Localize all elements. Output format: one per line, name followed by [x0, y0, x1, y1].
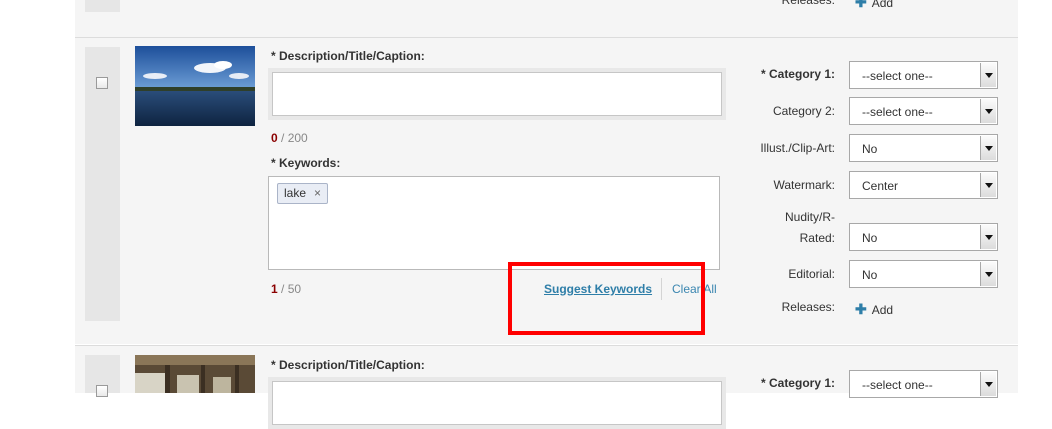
- category2-select[interactable]: --select one--: [849, 97, 998, 125]
- releases-label: Releases:: [781, 0, 835, 7]
- row-gutter: [85, 0, 120, 12]
- select-checkbox[interactable]: [96, 385, 108, 397]
- image-thumbnail-lake[interactable]: [135, 46, 255, 126]
- plus-icon: ✚: [855, 301, 867, 317]
- description-label: * Description/Title/Caption:: [271, 358, 425, 372]
- remove-tag-icon[interactable]: ×: [314, 184, 321, 203]
- releases-label: Releases:: [781, 300, 835, 314]
- category1-label: * Category 1:: [760, 67, 835, 81]
- image-thumbnail-porch[interactable]: [135, 355, 255, 393]
- editorial-select[interactable]: No: [849, 260, 998, 288]
- description-label: * Description/Title/Caption:: [271, 49, 425, 63]
- nudity-label-line1: Nudity/R-: [784, 210, 835, 224]
- editorial-label: Editorial:: [788, 267, 835, 281]
- plus-icon: ✚: [855, 0, 867, 10]
- category1-select[interactable]: --select one--: [849, 61, 998, 89]
- add-release-button[interactable]: ✚ Add: [855, 301, 893, 318]
- category1-select[interactable]: --select one--: [849, 370, 998, 398]
- category2-label: Category 2:: [772, 104, 835, 118]
- chevron-down-icon[interactable]: [980, 63, 996, 87]
- keywords-input[interactable]: lake ×: [268, 176, 720, 270]
- description-counter: 0 / 200: [271, 131, 308, 145]
- porch-photo: [135, 355, 255, 393]
- keywords-counter: 1 / 50: [271, 282, 302, 296]
- chevron-down-icon[interactable]: [980, 262, 996, 286]
- description-textarea[interactable]: [272, 72, 722, 116]
- chevron-down-icon[interactable]: [980, 225, 996, 249]
- chevron-down-icon[interactable]: [980, 99, 996, 123]
- chevron-down-icon[interactable]: [980, 372, 996, 396]
- description-field-wrapper: [268, 68, 726, 120]
- keywords-label: * Keywords:: [271, 156, 341, 170]
- chevron-down-icon[interactable]: [980, 173, 996, 197]
- illust-select[interactable]: No: [849, 134, 998, 162]
- watermark-select[interactable]: Center: [849, 171, 998, 199]
- description-field-wrapper: [268, 377, 726, 429]
- illust-label: Illust./Clip-Art:: [760, 141, 835, 155]
- keyword-tag: lake ×: [277, 183, 329, 204]
- select-checkbox[interactable]: [96, 77, 108, 89]
- nudity-select[interactable]: No: [849, 223, 998, 251]
- nudity-label-line2: Rated:: [799, 231, 835, 245]
- chevron-down-icon[interactable]: [980, 136, 996, 160]
- add-release-button[interactable]: ✚ Add: [855, 0, 893, 11]
- watermark-label: Watermark:: [773, 178, 835, 192]
- lake-photo: [135, 46, 255, 126]
- highlight-box: [508, 262, 705, 335]
- description-textarea[interactable]: [272, 381, 722, 425]
- category1-label: * Category 1:: [760, 376, 835, 390]
